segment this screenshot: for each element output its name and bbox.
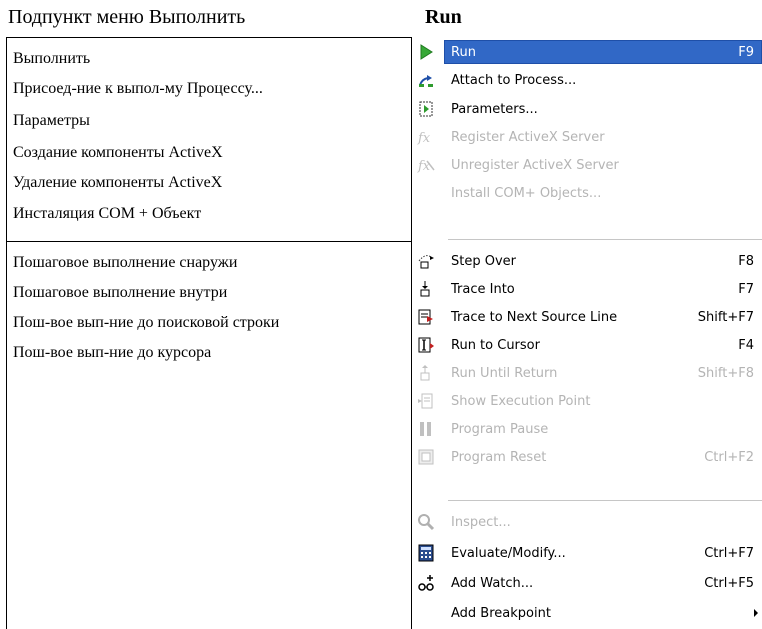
- menu-item-shortcut: Shift+F7: [697, 310, 754, 325]
- menu-item-label: Trace to Next Source Line: [451, 310, 618, 325]
- menu-item-parameters[interactable]: Parameters...: [412, 95, 762, 123]
- menu-item-shortcut: Ctrl+F2: [704, 450, 754, 465]
- attach-process-icon: [419, 75, 433, 87]
- menu-item-program-pause[interactable]: Program Pause: [412, 415, 762, 443]
- run-until-return-icon: [420, 365, 430, 381]
- register-activex-icon: fx: [417, 131, 431, 146]
- menu-item-shortcut: Ctrl+F5: [704, 576, 754, 591]
- menu-separator: [448, 239, 762, 240]
- trace-next-line-icon: [418, 309, 433, 325]
- menu-item-label: Inspect...: [451, 515, 511, 530]
- menu-item-label: Install COM+ Objects...: [451, 186, 602, 201]
- menu-item-label: Program Pause: [451, 422, 549, 437]
- svg-text:fx: fx: [417, 159, 431, 174]
- ru-item-register-activex: Создание компоненты ActiveX: [13, 144, 223, 161]
- menu-item-label: Evaluate/Modify...: [451, 546, 566, 561]
- menu-item-add-breakpoint[interactable]: Add Breakpoint: [412, 599, 762, 627]
- ru-item-trace-next-line: Пош-вое вып-ние до поисковой строки: [13, 314, 280, 331]
- menu-item-run-until-return[interactable]: Run Until Return Shift+F8: [412, 359, 762, 387]
- menu-item-shortcut: F8: [738, 254, 754, 269]
- parameters-icon: [419, 101, 433, 117]
- ru-item-unregister-activex: Удаление компоненты ActiveX: [13, 174, 223, 191]
- menu-item-shortcut: F4: [738, 338, 754, 353]
- menu-item-run-to-cursor[interactable]: Run to Cursor F4: [412, 331, 762, 359]
- unregister-activex-icon: fx: [417, 159, 435, 174]
- right-column-title: Run: [425, 6, 462, 28]
- run-menu: Run F9 Attach to Process... Parameters..…: [412, 37, 762, 629]
- inspect-icon: [418, 514, 435, 531]
- ru-item-attach: Присоед-ние к выпол-му Процессу...: [13, 80, 263, 97]
- menu-item-label: Attach to Process...: [451, 73, 577, 88]
- menu-item-evaluate-modify[interactable]: Evaluate/Modify... Ctrl+F7: [412, 539, 762, 567]
- ru-item-run: Выполнить: [13, 50, 91, 67]
- left-column-title: Подпункт меню Выполнить: [8, 6, 246, 28]
- ru-item-install-com: Инсталяция COM + Объект: [13, 205, 202, 222]
- menu-item-label: Parameters...: [451, 102, 538, 117]
- menu-item-shortcut: Ctrl+F7: [704, 546, 754, 561]
- trace-into-icon: [420, 281, 430, 297]
- ru-item-step-over: Пошаговое выполнение снаружи: [13, 254, 238, 271]
- menu-item-shortcut: F7: [738, 282, 754, 297]
- menu-item-attach-to-process[interactable]: Attach to Process...: [412, 66, 762, 94]
- menu-item-label: Run to Cursor: [451, 338, 540, 353]
- menu-item-step-over[interactable]: Step Over F8: [412, 247, 762, 275]
- ru-item-run-to-cursor: Пош-вое вып-ние до курсора: [13, 344, 212, 361]
- menu-item-label: Trace Into: [451, 282, 515, 297]
- menu-item-trace-into[interactable]: Trace Into F7: [412, 275, 762, 303]
- menu-item-run[interactable]: Run F9: [412, 38, 762, 66]
- menu-item-label: Run: [451, 45, 476, 60]
- menu-item-trace-next-source-line[interactable]: Trace to Next Source Line Shift+F7: [412, 303, 762, 331]
- menu-item-label: Step Over: [451, 254, 516, 269]
- submenu-arrow-icon: [754, 609, 758, 617]
- step-over-icon: [418, 255, 434, 269]
- menu-item-label: Add Breakpoint: [451, 606, 551, 621]
- selection-highlight: [444, 40, 762, 64]
- menu-item-program-reset[interactable]: Program Reset Ctrl+F2: [412, 443, 762, 471]
- menu-item-inspect[interactable]: Inspect...: [412, 508, 762, 536]
- menu-item-label: Run Until Return: [451, 366, 558, 381]
- menu-item-unregister-activex[interactable]: fx Unregister ActiveX Server: [412, 151, 762, 179]
- menu-item-register-activex[interactable]: fx Register ActiveX Server: [412, 123, 762, 151]
- menu-separator: [448, 500, 762, 501]
- menu-item-shortcut: Shift+F8: [697, 366, 754, 381]
- run-play-icon: [420, 44, 433, 60]
- pause-icon: [420, 422, 431, 436]
- ru-item-trace-into: Пошаговое выполнение внутри: [13, 284, 228, 301]
- menu-item-label: Unregister ActiveX Server: [451, 158, 619, 173]
- left-divider: [7, 241, 413, 242]
- menu-item-install-com-objects[interactable]: Install COM+ Objects...: [412, 179, 762, 207]
- menu-item-label: Program Reset: [451, 450, 547, 465]
- menu-item-label: Add Watch...: [451, 576, 534, 591]
- svg-text:fx: fx: [417, 131, 431, 146]
- evaluate-modify-icon: [418, 544, 434, 562]
- menu-item-add-watch[interactable]: Add Watch... Ctrl+F5: [412, 569, 762, 597]
- menu-item-label: Show Execution Point: [451, 394, 591, 409]
- reset-icon: [418, 449, 434, 465]
- russian-menu-list: Выполнить Присоед-ние к выпол-му Процесс…: [6, 37, 413, 629]
- show-execution-point-icon: [418, 393, 433, 409]
- menu-item-show-execution-point[interactable]: Show Execution Point: [412, 387, 762, 415]
- add-watch-icon: [418, 575, 434, 591]
- menu-item-shortcut: F9: [738, 45, 754, 60]
- menu-item-label: Register ActiveX Server: [451, 130, 605, 145]
- ru-item-parameters: Параметры: [13, 112, 90, 129]
- run-to-cursor-icon: [418, 337, 434, 353]
